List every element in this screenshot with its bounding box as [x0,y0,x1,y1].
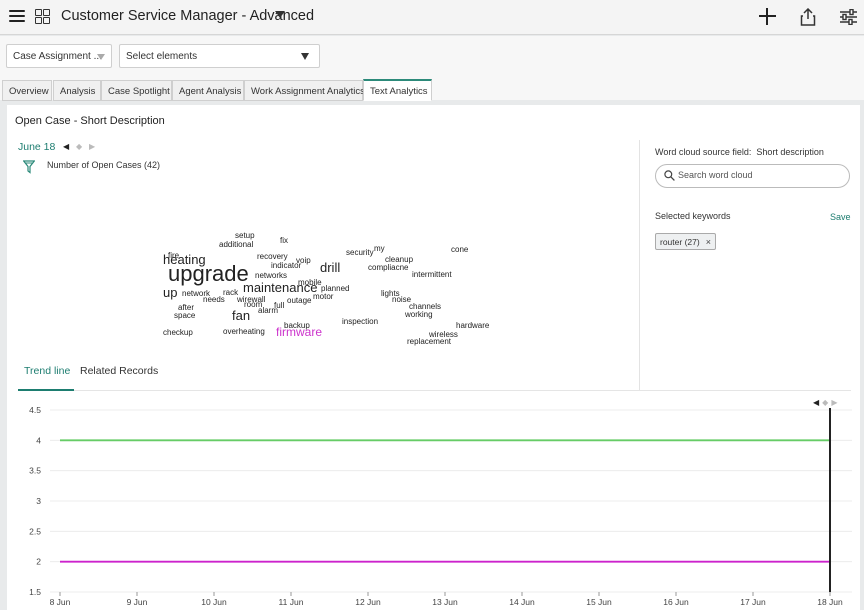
word-cloud-search[interactable] [655,164,850,188]
word-cloud-word[interactable]: security [346,249,374,257]
tab-analysis[interactable]: Analysis [53,80,101,101]
y-tick-label: 3.5 [29,466,41,476]
case-assignment-value: Case Assignment ... [13,51,102,62]
word-cloud-word[interactable]: setup [235,232,255,240]
word-cloud-word[interactable]: maintenance [243,281,317,294]
tab-overview[interactable]: Overview [2,80,52,101]
search-input[interactable] [678,170,838,180]
plus-icon[interactable] [759,8,776,25]
y-tick-label: 2.5 [29,526,41,536]
y-tick-label: 4 [36,435,41,445]
x-tick-label: 17 Jun [740,597,766,607]
x-tick-label: 9 Jun [127,597,148,607]
word-cloud-word[interactable]: replacement [407,338,451,346]
word-cloud-word[interactable]: up [163,286,177,299]
caret-down-icon[interactable] [275,11,285,18]
word-cloud-word[interactable]: alarm [258,307,278,315]
word-cloud-word[interactable]: space [174,312,195,320]
word-cloud-word[interactable]: upgrade [168,263,249,285]
x-tick-label: 8 Jun [50,597,71,607]
word-cloud-word[interactable]: intermittent [412,271,452,279]
word-cloud-word[interactable]: inspection [342,318,378,326]
y-tick-label: 1.5 [29,587,41,597]
top-bar: Customer Service Manager - Advanced [0,0,864,35]
word-cloud-word[interactable]: working [405,311,433,319]
word-cloud-word[interactable]: fix [280,237,288,245]
x-tick-label: 12 Jun [355,597,381,607]
chevron-down-icon [301,53,309,60]
keyword-chip[interactable]: router (27) × [655,233,716,250]
filter-row: Case Assignment ... Select elements [0,36,864,78]
y-tick-label: 3 [36,496,41,506]
word-cloud-word[interactable]: indicator [271,262,301,270]
funnel-icon[interactable] [23,160,35,174]
save-button[interactable]: Save [830,212,851,222]
x-tick-label: 11 Jun [279,597,304,607]
selected-keywords-label: Selected keywords [655,211,731,221]
word-cloud: setup fix additional my security cone fire heat… [7,223,627,353]
y-tick-label: 4.5 [29,405,41,415]
close-icon[interactable]: × [706,237,711,247]
word-cloud-word[interactable]: outage [287,297,311,305]
tab-case-spotlight[interactable]: Case Spotlight [101,80,172,101]
word-cloud-word[interactable]: checkup [163,329,193,337]
word-cloud-word[interactable]: hardware [456,322,489,330]
next-arrow-icon[interactable]: ▶ [89,142,95,151]
current-dot-icon[interactable]: ◆ [76,142,82,151]
word-cloud-word[interactable]: recovery [257,253,288,261]
word-cloud-word[interactable]: firmware [276,326,322,338]
word-cloud-word[interactable]: needs [203,296,225,304]
word-cloud-word[interactable]: rack [223,289,238,297]
case-assignment-select[interactable]: Case Assignment ... [6,44,112,68]
word-cloud-word[interactable]: networks [255,272,287,280]
trend-chart: 4.5 4 3.5 3 2.5 2 1.5 8 Jun 9 Jun 10 Jun 11 Jun 12 … [29,405,852,607]
previous-arrow-icon[interactable]: ◀ [63,142,69,151]
tab-related-records[interactable]: Related Records [80,365,160,391]
word-cloud-word[interactable]: additional [219,241,253,249]
grid-icon[interactable] [35,9,50,24]
word-cloud-word[interactable]: motor [313,293,333,301]
word-cloud-word[interactable]: drill [320,261,340,274]
sliders-icon[interactable] [840,9,857,25]
x-tick-label: 10 Jun [201,597,227,607]
subtabs: Trend line Related Records [18,363,851,391]
date-label: June 18 [18,141,56,153]
tab-text-analytics[interactable]: Text Analytics [363,79,432,101]
word-cloud-word[interactable]: compliacne [368,264,408,272]
elements-select[interactable]: Select elements [119,44,320,68]
share-icon[interactable] [800,8,816,26]
elements-select-value: Select elements [126,51,198,62]
x-tick-label: 14 Jun [509,597,535,607]
x-tick-label: 18 Jun [817,597,843,607]
dashboard-tabs: Overview Analysis Case Spotlight Agent A… [0,78,864,101]
tab-agent-analysis[interactable]: Agent Analysis [172,80,244,101]
x-tick-label: 13 Jun [432,597,458,607]
keyword-chip-label: router (27) [660,237,700,247]
word-cloud-word[interactable]: cone [451,246,468,254]
tab-work-assignment-analytics[interactable]: Work Assignment Analytics [244,80,365,101]
open-cases-label: Number of Open Cases (42) [47,160,161,170]
source-field-label: Word cloud source field: Short descripti… [655,147,824,157]
hamburger-icon[interactable] [9,10,25,24]
word-cloud-word[interactable]: my [374,245,385,253]
source-field-caption: Word cloud source field: [655,147,752,157]
word-cloud-word[interactable]: overheating [223,328,265,336]
chevron-down-icon [97,54,105,60]
source-field-value: Short description [756,147,824,157]
x-tick-label: 16 Jun [663,597,689,607]
tab-trend-line[interactable]: Trend line [18,365,74,391]
panel-divider [639,140,640,390]
x-tick-label: 15 Jun [586,597,612,607]
y-tick-label: 2 [36,557,41,567]
panel-title: Open Case - Short Description [15,115,165,127]
search-icon [664,170,675,181]
word-cloud-word[interactable]: fan [232,309,250,322]
text-analytics-panel: Open Case - Short Description June 18 ◀ … [7,105,860,610]
